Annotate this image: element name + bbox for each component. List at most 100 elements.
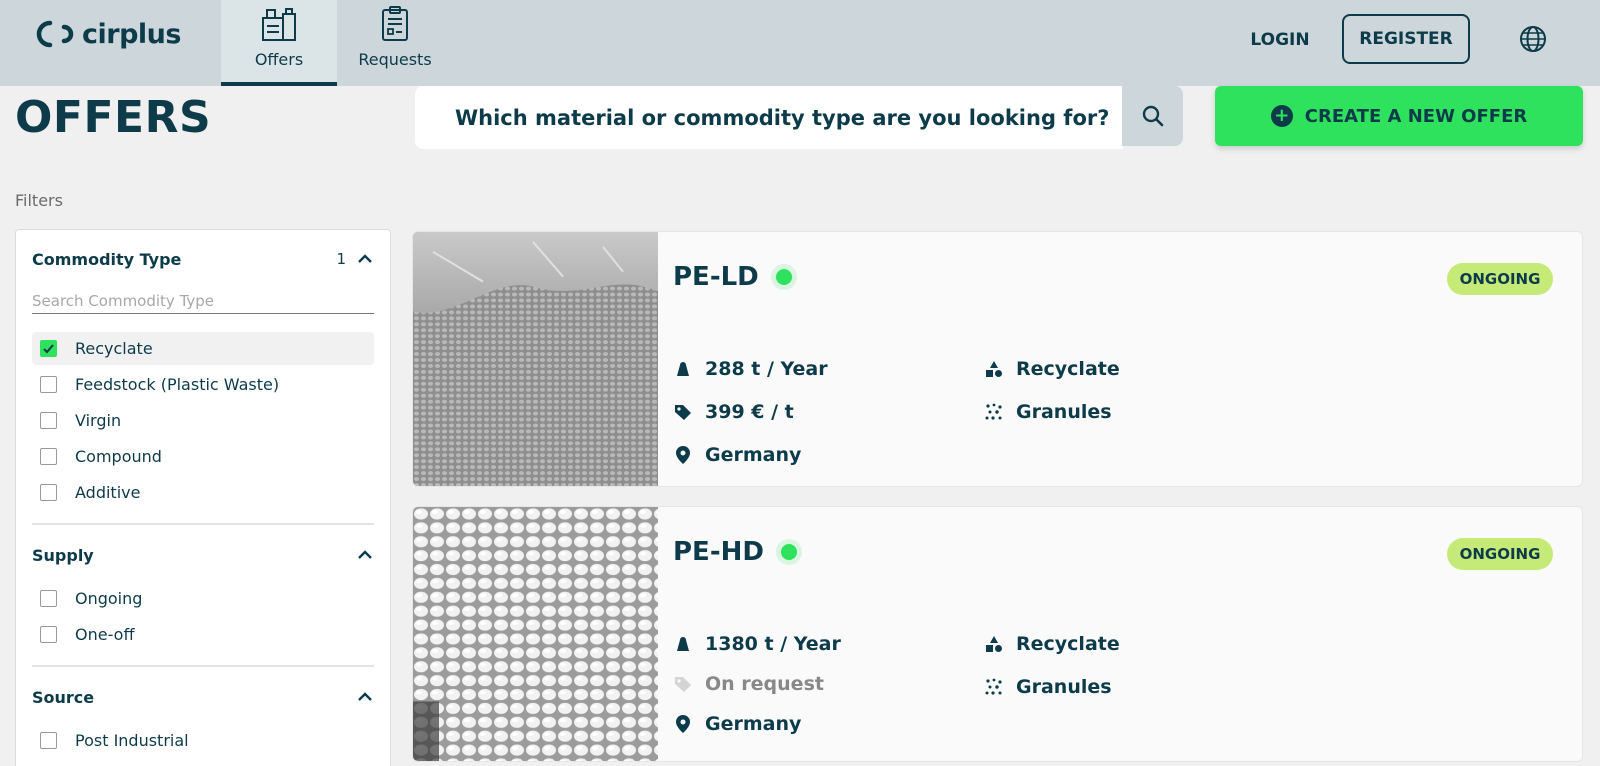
status-badge: ONGOING [1447, 263, 1553, 295]
weight-icon [673, 359, 693, 379]
material-search-input[interactable] [455, 105, 1123, 130]
commodity-option-feedstock[interactable]: Feedstock (Plastic Waste) [32, 368, 374, 401]
globe-icon[interactable] [1518, 24, 1548, 54]
source-option-post-industrial[interactable]: Post Industrial [32, 724, 374, 757]
offer-price-text: 399 € / t [705, 401, 794, 423]
offer-location-text: Germany [705, 713, 802, 735]
weight-icon [673, 634, 693, 654]
offer-type-text: Recyclate [1016, 633, 1120, 655]
supply-option-one-off[interactable]: One-off [32, 618, 374, 651]
offer-location-text: Germany [705, 444, 802, 466]
option-label: Ongoing [75, 589, 143, 608]
register-button[interactable]: REGISTER [1342, 14, 1470, 64]
checkbox-icon [40, 412, 57, 429]
cirplus-logo[interactable]: cirplus [34, 16, 181, 52]
checkbox-icon [40, 732, 57, 749]
shapes-icon [984, 359, 1004, 379]
source-section-header[interactable]: Source [32, 685, 374, 709]
commodity-option-additive[interactable]: Additive [32, 476, 374, 509]
top-navigation-bar: cirplus Offers Requests LOGIN REGISTER [0, 0, 1600, 86]
section-divider [32, 523, 374, 525]
commodity-option-recyclate[interactable]: Recyclate [32, 332, 374, 365]
search-icon [1142, 105, 1163, 127]
supply-option-ongoing[interactable]: Ongoing [32, 582, 374, 615]
commodity-type-section-header[interactable]: Commodity Type 1 [32, 247, 374, 271]
cirplus-logo-mark-icon [36, 20, 74, 48]
search-button[interactable] [1122, 86, 1183, 146]
offer-card[interactable]: PE-HD ONGOING 1380 t / Year On request G… [412, 506, 1583, 762]
offer-volume-text: 288 t / Year [705, 358, 828, 380]
location-pin-icon [673, 445, 693, 465]
option-label: Compound [75, 447, 162, 466]
option-label: Additive [75, 483, 141, 502]
login-button[interactable]: LOGIN [1236, 25, 1324, 55]
offer-title: PE-LD [673, 262, 797, 292]
filters-label: Filters [15, 191, 63, 210]
price-tag-icon [673, 674, 693, 694]
offer-card[interactable]: PE-LD ONGOING 288 t / Year 399 € / t Ger… [412, 231, 1583, 487]
chevron-up-icon [358, 254, 372, 263]
offer-form: Granules [984, 676, 1112, 698]
building-bag-icon [262, 8, 296, 41]
offer-image-pe-ld [413, 232, 658, 486]
commodity-type-title: Commodity Type [32, 249, 182, 269]
offer-form: Granules [984, 401, 1112, 423]
status-dot-icon [770, 264, 797, 290]
offer-form-text: Granules [1016, 401, 1112, 423]
chevron-up-icon [358, 550, 372, 559]
shapes-icon [984, 634, 1004, 654]
offer-image-pe-hd [413, 507, 658, 761]
checkbox-checked-icon [40, 340, 57, 357]
option-label: Post Industrial [75, 731, 189, 750]
price-tag-icon [673, 402, 693, 422]
commodity-type-count: 1 [336, 250, 346, 268]
checkbox-icon [40, 448, 57, 465]
option-label: Recyclate [75, 339, 153, 358]
offer-location: Germany [673, 713, 801, 735]
tab-offers-label: Offers [254, 50, 304, 69]
offer-volume: 288 t / Year [673, 358, 828, 380]
option-label: Virgin [75, 411, 122, 430]
offer-title-text: PE-HD [673, 537, 764, 567]
offer-price: On request [673, 673, 824, 695]
offer-title-text: PE-LD [673, 262, 759, 292]
offer-type: Recyclate [984, 633, 1120, 655]
chevron-up-icon [358, 692, 372, 701]
offer-type-text: Recyclate [1016, 358, 1120, 380]
checkbox-icon [40, 376, 57, 393]
offer-price-text: On request [705, 673, 824, 695]
commodity-option-compound[interactable]: Compound [32, 440, 374, 473]
location-pin-icon [673, 714, 693, 734]
offer-price: 399 € / t [673, 401, 794, 423]
supply-section-header[interactable]: Supply [32, 543, 374, 567]
plus-circle-icon: + [1270, 105, 1293, 127]
supply-title: Supply [32, 545, 94, 565]
option-label: One-off [75, 625, 135, 644]
offer-title: PE-HD [673, 537, 802, 567]
granules-icon [984, 677, 1004, 697]
offer-type: Recyclate [984, 358, 1120, 380]
create-offer-button[interactable]: + CREATE A NEW OFFER [1215, 86, 1583, 146]
status-badge: ONGOING [1447, 538, 1553, 570]
checkbox-icon [40, 626, 57, 643]
tab-requests[interactable]: Requests [337, 0, 453, 86]
commodity-option-virgin[interactable]: Virgin [32, 404, 374, 437]
offer-volume-text: 1380 t / Year [705, 633, 841, 655]
option-label: Feedstock (Plastic Waste) [75, 375, 280, 394]
offer-location: Germany [673, 444, 801, 466]
source-title: Source [32, 687, 95, 707]
material-search-box [415, 86, 1123, 149]
tab-requests-label: Requests [358, 50, 432, 69]
checkbox-icon [40, 590, 57, 607]
page-title: OFFERS [15, 92, 212, 143]
granules-icon [984, 402, 1004, 422]
checkbox-icon [40, 484, 57, 501]
status-dot-icon [775, 539, 802, 565]
filter-sidebar: Commodity Type 1 Recyclate Feedstock (Pl… [15, 229, 391, 766]
offer-volume: 1380 t / Year [673, 633, 841, 655]
tab-offers[interactable]: Offers [221, 0, 337, 86]
clipboard-icon [382, 6, 408, 41]
section-divider [32, 665, 374, 667]
logo-text: cirplus [82, 18, 181, 50]
commodity-search-input[interactable] [32, 288, 374, 314]
